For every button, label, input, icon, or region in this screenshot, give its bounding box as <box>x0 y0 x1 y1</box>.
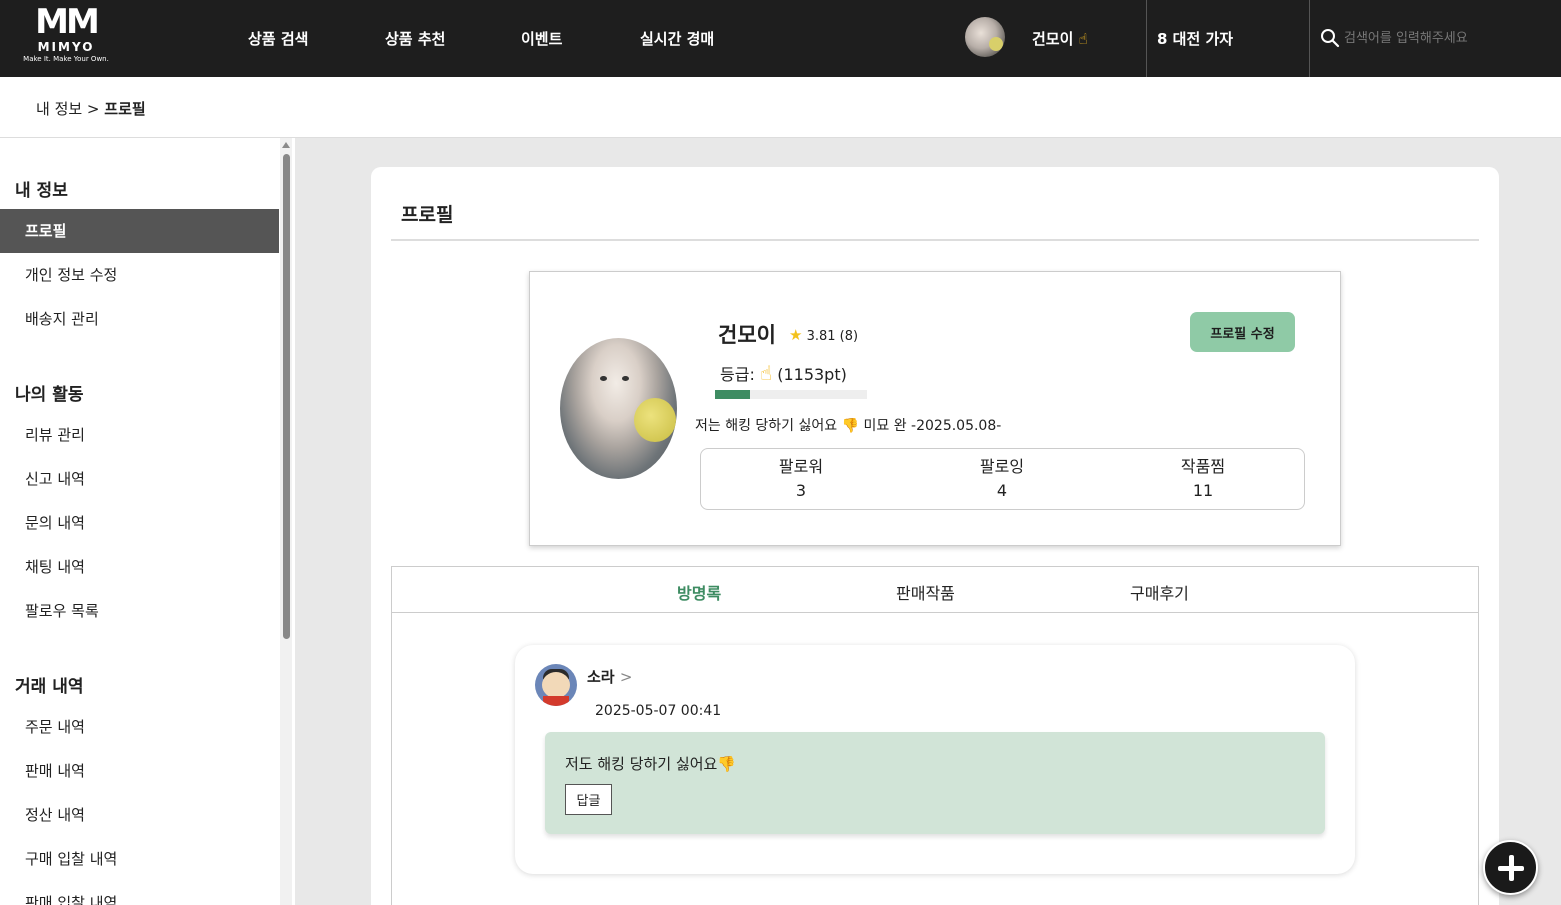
guest-message-box: 저도 해킹 당하기 싫어요👎 답글 <box>545 732 1325 834</box>
profile-rating: ★ 3.81 (8) <box>789 326 858 344</box>
sidebar-item-edit-info[interactable]: 개인 정보 수정 <box>0 253 279 297</box>
sidebar-item-sale-bids[interactable]: 판매 입찰 내역 <box>0 881 279 905</box>
guest-author: 소라 <box>587 668 615 686</box>
bio-suffix: 미묘 완 -2025.05.08- <box>863 418 1002 434</box>
guest-message-text: 저도 해킹 당하기 싫어요 <box>565 755 718 773</box>
sidebar-item-profile[interactable]: 프로필 <box>0 209 279 253</box>
top-navigation-bar: MM MIMYO Make It. Make Your Own. 상품 검색 상… <box>0 0 1561 77</box>
title-divider <box>391 239 1479 241</box>
user-name: 건모이 <box>1032 30 1074 48</box>
user-avatar[interactable] <box>965 17 1005 57</box>
nav-divider <box>1309 0 1310 77</box>
profile-page-card: 프로필 건모이 ★ 3.81 (8) 등급: ☝ (1153pt) 저는 해킹 … <box>371 167 1499 905</box>
breadcrumb-parent[interactable]: 내 정보 > <box>36 100 100 118</box>
user-menu[interactable]: 건모이 ☝ <box>1032 28 1088 49</box>
profile-bio: 저는 해킹 당하기 싫어요 👎 미묘 완 -2025.05.08- <box>695 415 1001 435</box>
stat-label: 팔로워 <box>778 457 824 476</box>
guest-message: 저도 해킹 당하기 싫어요👎 <box>565 753 736 774</box>
add-floating-button[interactable] <box>1483 840 1538 895</box>
nav-live-auction[interactable]: 실시간 경매 <box>640 28 714 49</box>
logo-name: MIMYO <box>37 40 95 54</box>
stat-value: 3 <box>795 481 807 500</box>
avatar-detail <box>543 696 569 706</box>
mimyo-logo[interactable]: MM MIMYO Make It. Make Your Own. <box>16 4 116 72</box>
profile-photo <box>560 338 677 479</box>
sidebar-item-orders[interactable]: 주문 내역 <box>0 705 279 749</box>
page-title: 프로필 <box>401 204 454 226</box>
profile-summary: 건모이 ★ 3.81 (8) 등급: ☝ (1153pt) 저는 해킹 당하기 … <box>529 271 1341 546</box>
grade-progress-bar <box>715 390 867 399</box>
edit-profile-button[interactable]: 프로필 수정 <box>1190 312 1295 352</box>
tab-purchase-reviews[interactable]: 구매후기 <box>1130 580 1189 604</box>
sidebar-item-settlements[interactable]: 정산 내역 <box>0 793 279 837</box>
nav-divider <box>1146 0 1147 77</box>
sidebar: 내 정보 프로필 개인 정보 수정 배송지 관리 나의 활동 리뷰 관리 신고 … <box>0 138 295 905</box>
nav-product-search[interactable]: 상품 검색 <box>248 28 308 49</box>
thumbs-down-icon: 👎 <box>717 755 736 773</box>
stat-value: 4 <box>996 481 1008 500</box>
guest-date: 2025-05-07 00:41 <box>595 703 722 719</box>
profile-tabs-panel: 방명록 판매작품 구매후기 소라 > 2025-05-07 00:41 저도 해… <box>391 566 1479 905</box>
photo-detail <box>622 376 629 381</box>
sidebar-section-my-info: 내 정보 <box>15 181 68 201</box>
sidebar-item-inquiries[interactable]: 문의 내역 <box>0 501 279 545</box>
profile-stats: 팔로워 3 팔로잉 4 작품찜 11 <box>700 448 1305 510</box>
stat-following[interactable]: 팔로잉 4 <box>942 456 1062 504</box>
star-icon: ★ <box>789 326 803 344</box>
tab-bar: 방명록 판매작품 구매후기 <box>392 567 1478 613</box>
search-input[interactable] <box>1344 26 1544 50</box>
stat-label: 팔로잉 <box>979 457 1025 476</box>
nav-product-recommend[interactable]: 상품 추천 <box>385 28 445 49</box>
sidebar-item-sales[interactable]: 판매 내역 <box>0 749 279 793</box>
sidebar-item-reviews[interactable]: 리뷰 관리 <box>0 413 279 457</box>
logo-tagline: Make It. Make Your Own. <box>23 55 109 63</box>
stat-followers[interactable]: 팔로워 3 <box>741 456 861 504</box>
nav-event[interactable]: 이벤트 <box>521 28 562 49</box>
photo-detail <box>634 398 676 442</box>
sidebar-section-activity: 나의 활동 <box>15 385 84 405</box>
stat-value: 11 <box>1192 481 1214 500</box>
chevron-right-icon: > <box>619 668 633 686</box>
grade-hand-icon: ☝ <box>1078 30 1088 48</box>
sidebar-item-purchase-bids[interactable]: 구매 입찰 내역 <box>0 837 279 881</box>
breadcrumb-bar: 내 정보 > 프로필 <box>0 77 1561 138</box>
rating-value: 3.81 (8) <box>806 329 859 344</box>
scroll-up-arrow-icon[interactable] <box>282 142 290 148</box>
profile-name: 건모이 <box>718 323 776 347</box>
photo-detail <box>600 376 607 381</box>
grade-hand-icon: ☝ <box>759 361 773 385</box>
grade-label: 등급: <box>720 365 755 384</box>
group-link[interactable]: 8 대전 가자 <box>1157 28 1233 49</box>
guest-author-link[interactable]: 소라 > <box>587 666 632 687</box>
sidebar-item-chats[interactable]: 채팅 내역 <box>0 545 279 589</box>
grade-progress-fill <box>715 390 750 399</box>
stat-label: 작품찜 <box>1180 457 1226 476</box>
thumbs-down-icon: 👎 <box>841 418 860 434</box>
breadcrumb-current: 프로필 <box>104 100 146 118</box>
sidebar-scrollbar-thumb[interactable] <box>283 154 290 639</box>
logo-mark: MM <box>35 2 100 42</box>
tab-guestbook[interactable]: 방명록 <box>677 580 721 604</box>
bio-text: 저는 해킹 당하기 싫어요 <box>695 418 838 434</box>
tab-sale-works[interactable]: 판매작품 <box>896 580 955 604</box>
reply-button[interactable]: 답글 <box>565 784 612 815</box>
sidebar-item-follows[interactable]: 팔로우 목록 <box>0 589 279 633</box>
avatar-detail <box>542 672 570 698</box>
sidebar-item-address[interactable]: 배송지 관리 <box>0 297 279 341</box>
guest-avatar[interactable] <box>535 664 577 706</box>
grade-points: (1153pt) <box>777 365 847 384</box>
guestbook-entry: 소라 > 2025-05-07 00:41 저도 해킹 당하기 싫어요👎 답글 <box>515 645 1355 874</box>
stat-wishlist[interactable]: 작품찜 11 <box>1143 456 1263 504</box>
profile-grade: 등급: ☝ (1153pt) <box>720 361 847 385</box>
sidebar-section-trades: 거래 내역 <box>15 677 84 697</box>
search-icon[interactable] <box>1320 28 1340 48</box>
breadcrumb: 내 정보 > 프로필 <box>36 98 146 119</box>
sidebar-item-reports[interactable]: 신고 내역 <box>0 457 279 501</box>
